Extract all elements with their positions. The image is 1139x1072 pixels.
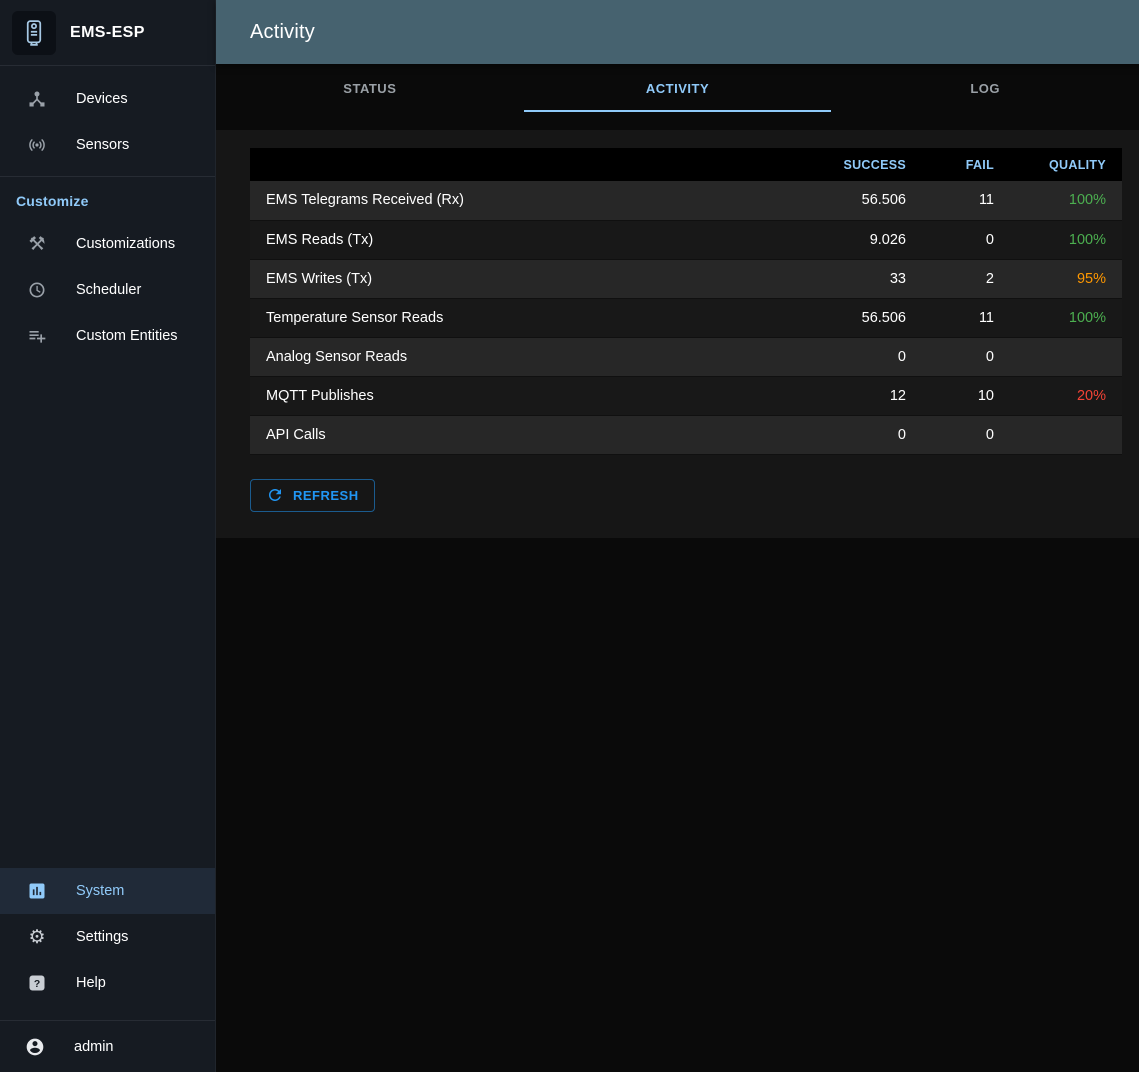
metric-label: Analog Sensor Reads	[250, 337, 810, 376]
activity-panel: SUCCESS FAIL QUALITY EMS Telegrams Recei…	[216, 130, 1139, 538]
sidebar-header: EMS-ESP	[0, 0, 215, 66]
help-icon: ?	[26, 972, 48, 994]
quality-value: 100%	[1010, 220, 1122, 259]
table-row: API Calls 0 0	[250, 415, 1122, 454]
app-logo	[12, 11, 56, 55]
fail-value: 0	[922, 415, 1010, 454]
fail-value: 10	[922, 376, 1010, 415]
sidebar-main-nav: Devices Sensors	[0, 66, 215, 168]
sensors-icon	[26, 134, 48, 156]
appbar: Activity	[216, 0, 1139, 64]
sidebar-item-customizations[interactable]: ⚒ Customizations	[0, 221, 215, 267]
sidebar-item-label: Sensors	[76, 137, 129, 153]
clock-icon	[26, 279, 48, 301]
refresh-icon	[266, 486, 284, 504]
page-title: Activity	[250, 21, 315, 44]
success-value: 9.026	[810, 220, 922, 259]
quality-value	[1010, 415, 1122, 454]
sidebar-item-sensors[interactable]: Sensors	[0, 122, 215, 168]
sidebar-item-label: Settings	[76, 929, 128, 945]
metric-label: API Calls	[250, 415, 810, 454]
quality-value: 95%	[1010, 259, 1122, 298]
app-name: EMS-ESP	[70, 24, 145, 42]
account-circle-icon	[24, 1036, 46, 1058]
sidebar-item-label: Custom Entities	[76, 328, 178, 344]
fail-value: 2	[922, 259, 1010, 298]
sidebar-item-label: Customizations	[76, 236, 175, 252]
user-name: admin	[74, 1039, 114, 1055]
customize-section-header: Customize	[0, 177, 215, 221]
column-header-metric	[250, 148, 810, 181]
sidebar-item-label: Help	[76, 975, 106, 991]
success-value: 56.506	[810, 298, 922, 337]
table-header-row: SUCCESS FAIL QUALITY	[250, 148, 1122, 181]
tab-bar: STATUS ACTIVITY LOG	[216, 64, 1139, 112]
tab-status[interactable]: STATUS	[216, 64, 524, 112]
metric-label: EMS Reads (Tx)	[250, 220, 810, 259]
gear-icon: ⚙	[26, 926, 48, 948]
sidebar-bottom-nav: System ⚙ Settings ? Help	[0, 868, 215, 1006]
sidebar-item-label: Scheduler	[76, 282, 141, 298]
table-row: Analog Sensor Reads 0 0	[250, 337, 1122, 376]
success-value: 0	[810, 337, 922, 376]
metric-label: Temperature Sensor Reads	[250, 298, 810, 337]
refresh-button[interactable]: REFRESH	[250, 479, 375, 512]
success-value: 56.506	[810, 181, 922, 220]
sidebar-item-help[interactable]: ? Help	[0, 960, 215, 1006]
metric-label: MQTT Publishes	[250, 376, 810, 415]
column-header-quality: QUALITY	[1010, 148, 1122, 181]
table-row: EMS Writes (Tx) 33 2 95%	[250, 259, 1122, 298]
quality-value: 100%	[1010, 181, 1122, 220]
column-header-fail: FAIL	[922, 148, 1010, 181]
sidebar-item-custom-entities[interactable]: Custom Entities	[0, 313, 215, 359]
construction-icon: ⚒	[26, 233, 48, 255]
sidebar-item-label: System	[76, 883, 124, 899]
sidebar: EMS-ESP Devices	[0, 0, 216, 1072]
metric-label: EMS Telegrams Received (Rx)	[250, 181, 810, 220]
table-row: MQTT Publishes 12 10 20%	[250, 376, 1122, 415]
main-area: Activity STATUS ACTIVITY LOG SUCCESS FAI…	[216, 0, 1139, 1072]
sidebar-item-label: Devices	[76, 91, 128, 107]
table-row: EMS Reads (Tx) 9.026 0 100%	[250, 220, 1122, 259]
column-header-success: SUCCESS	[810, 148, 922, 181]
fail-value: 11	[922, 298, 1010, 337]
sidebar-item-system[interactable]: System	[0, 868, 215, 914]
refresh-button-label: REFRESH	[293, 488, 359, 503]
device-hub-icon	[26, 88, 48, 110]
fail-value: 0	[922, 337, 1010, 376]
boiler-device-icon	[19, 18, 49, 48]
fail-value: 11	[922, 181, 1010, 220]
tab-log[interactable]: LOG	[831, 64, 1139, 112]
success-value: 0	[810, 415, 922, 454]
playlist-add-icon	[26, 325, 48, 347]
table-row: EMS Telegrams Received (Rx) 56.506 11 10…	[250, 181, 1122, 220]
tab-activity[interactable]: ACTIVITY	[524, 64, 832, 112]
activity-table: SUCCESS FAIL QUALITY EMS Telegrams Recei…	[250, 148, 1122, 455]
quality-value	[1010, 337, 1122, 376]
metric-label: EMS Writes (Tx)	[250, 259, 810, 298]
quality-value: 20%	[1010, 376, 1122, 415]
sidebar-customize-nav: ⚒ Customizations Scheduler Custom Entiti…	[0, 221, 215, 359]
ems-esp-app: EMS-ESP Devices	[0, 0, 1139, 1072]
success-value: 33	[810, 259, 922, 298]
sidebar-item-scheduler[interactable]: Scheduler	[0, 267, 215, 313]
quality-value: 100%	[1010, 298, 1122, 337]
sidebar-spacer	[0, 359, 215, 868]
sidebar-item-devices[interactable]: Devices	[0, 76, 215, 122]
fail-value: 0	[922, 220, 1010, 259]
table-row: Temperature Sensor Reads 56.506 11 100%	[250, 298, 1122, 337]
success-value: 12	[810, 376, 922, 415]
sidebar-item-settings[interactable]: ⚙ Settings	[0, 914, 215, 960]
bar-chart-icon	[26, 880, 48, 902]
sidebar-user[interactable]: admin	[0, 1020, 215, 1072]
svg-text:?: ?	[34, 979, 40, 990]
